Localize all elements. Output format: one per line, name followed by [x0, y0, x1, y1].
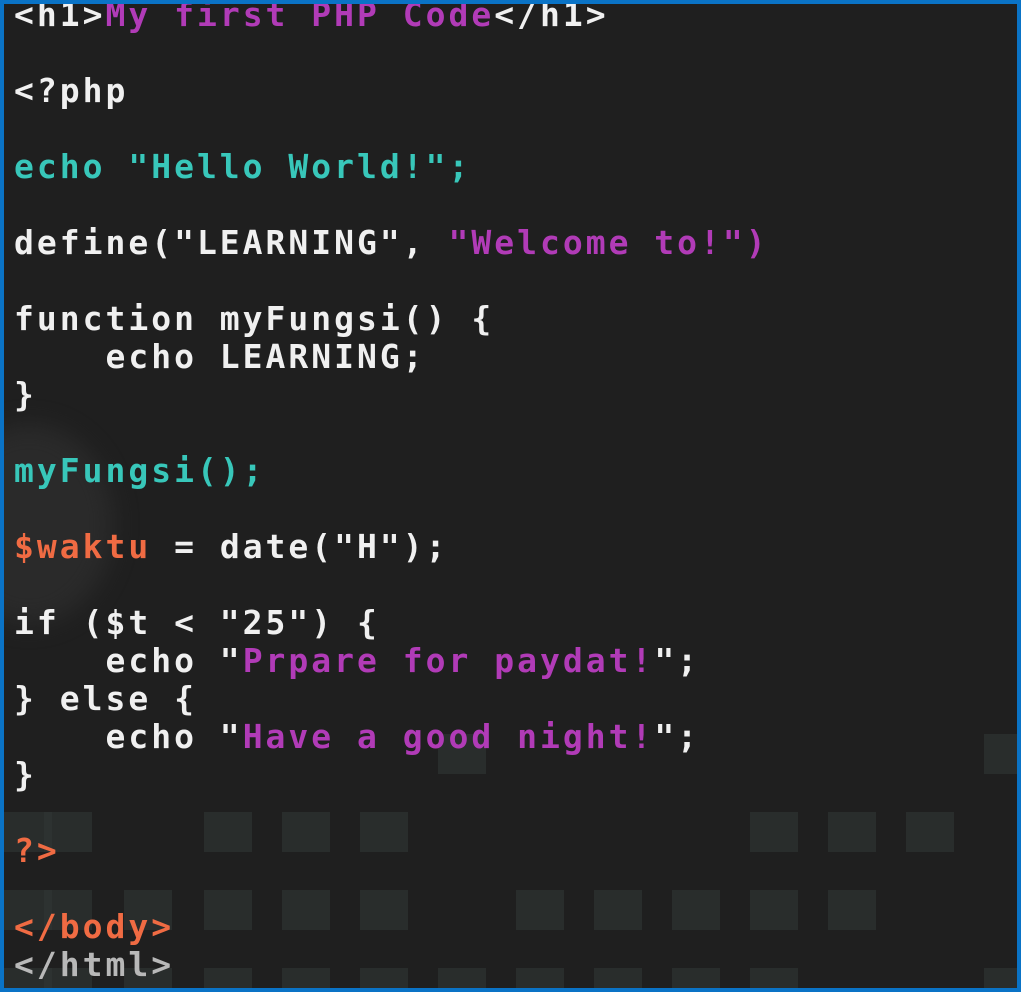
code-token: Have a good night!: [242, 717, 655, 756]
code-line: } else {: [14, 679, 1017, 718]
code-line: ?>: [14, 831, 1017, 870]
code-token: define("LEARNING",: [14, 223, 449, 262]
code-screenshot-frame: <h1>My first PHP Code</h1> <?php echo "H…: [0, 0, 1021, 992]
code-token: echo LEARNING;: [14, 337, 426, 376]
code-line: <h1>My first PHP Code</h1>: [14, 0, 1017, 34]
code-token: = date("H");: [151, 527, 449, 566]
code-token: }: [14, 755, 37, 794]
code-token: echo ": [14, 641, 243, 680]
code-token: ";: [654, 641, 701, 680]
code-line: }: [14, 755, 1017, 794]
code-token: <h1>: [14, 0, 106, 34]
code-token: "Welcome to!"): [448, 223, 769, 262]
code-token: </h1>: [494, 0, 609, 34]
code-token: if ($t < "25") {: [14, 603, 380, 642]
code-token: echo "Hello World!";: [14, 147, 472, 186]
code-line: if ($t < "25") {: [14, 603, 1017, 642]
code-token: </body>: [14, 907, 175, 946]
code-token: ";: [654, 717, 701, 756]
code-line: function myFungsi() {: [14, 299, 1017, 338]
code-line: echo "Hello World!";: [14, 147, 1017, 186]
code-line: echo "Prpare for paydat!";: [14, 641, 1017, 680]
code-token: } else {: [14, 679, 197, 718]
code-token: <?php: [14, 71, 129, 110]
code-line: echo LEARNING;: [14, 337, 1017, 376]
code-token: function myFungsi() {: [14, 299, 495, 338]
code-line: </body>: [14, 907, 1017, 946]
code-line: }: [14, 375, 1017, 414]
code-token: ?>: [14, 831, 60, 870]
code-token: $waktu: [14, 527, 152, 566]
code-line: $waktu = date("H");: [14, 527, 1017, 566]
code-token: echo ": [14, 717, 243, 756]
code-line: </html>: [14, 945, 1017, 984]
code-token: }: [14, 375, 37, 414]
code-line: <?php: [14, 71, 1017, 110]
code-line: echo "Have a good night!";: [14, 717, 1017, 756]
code-token: </html>: [14, 945, 175, 984]
php-code-block: <h1>My first PHP Code</h1> <?php echo "H…: [14, 0, 1017, 984]
code-token: Prpare for paydat!: [242, 641, 655, 680]
code-token: My first PHP Code: [105, 0, 495, 34]
code-token: myFungsi();: [14, 451, 266, 490]
code-line: myFungsi();: [14, 451, 1017, 490]
code-line: define("LEARNING", "Welcome to!"): [14, 223, 1017, 262]
